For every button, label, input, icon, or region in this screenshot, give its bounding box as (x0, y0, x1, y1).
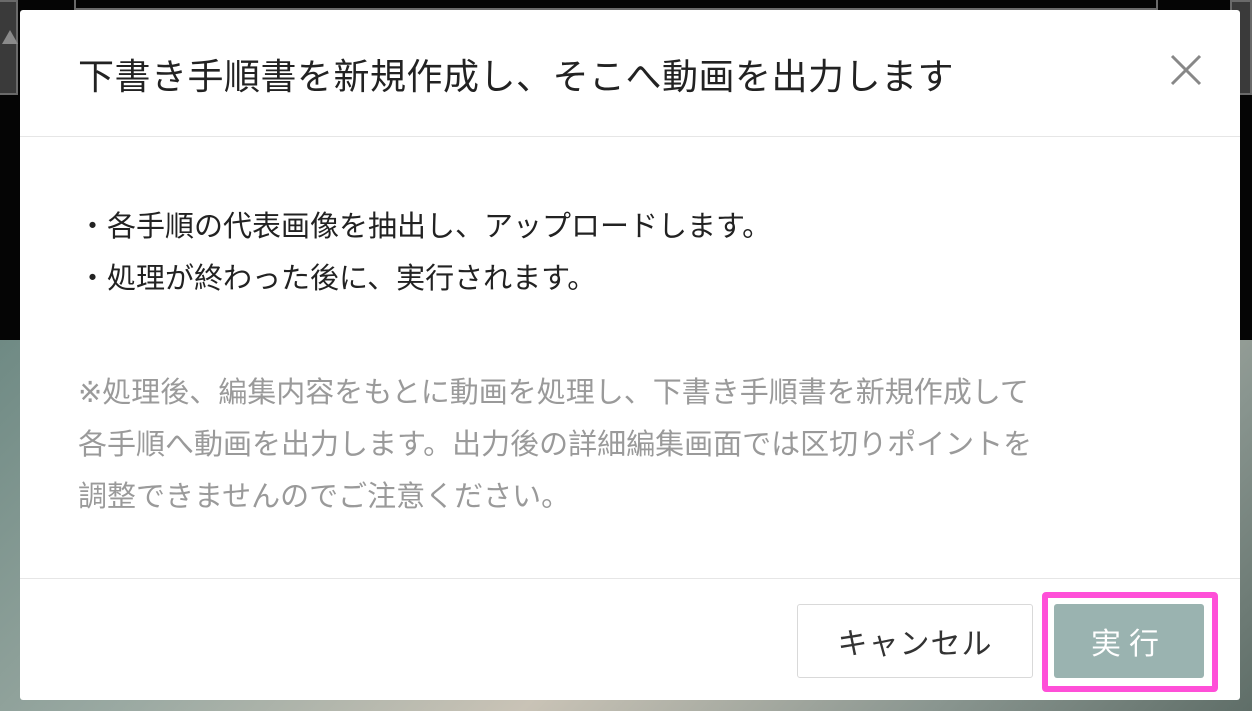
execute-button[interactable]: 実行 (1054, 604, 1204, 678)
dialog-header: 下書き手順書を新規作成し、そこへ動画を出力します (20, 10, 1240, 137)
dialog-bullet-list: ・各手順の代表画像を抽出し、アップロードします。 ・処理が終わった後に、実行され… (78, 200, 771, 304)
note-line: 各手順へ動画を出力します。出力後の詳細編集画面では区切りポイントを (78, 427, 1033, 461)
cancel-button[interactable]: キャンセル (797, 604, 1033, 678)
background-thumbnail-left (0, 0, 18, 95)
dialog-note: ※処理後、編集内容をもとに動画を処理し、下書き手順書を新規作成して 各手順へ動画… (78, 366, 1178, 522)
background-frame-outline (74, 0, 1158, 10)
note-line: ※処理後、編集内容をもとに動画を処理し、下書き手順書を新規作成して (78, 375, 1029, 409)
close-button[interactable] (1168, 52, 1204, 88)
close-icon (1170, 54, 1202, 86)
triangle-icon (2, 30, 18, 44)
export-dialog: 下書き手順書を新規作成し、そこへ動画を出力します ・各手順の代表画像を抽出し、ア… (20, 10, 1240, 700)
bullet-item: ・処理が終わった後に、実行されます。 (78, 261, 597, 295)
bullet-item: ・各手順の代表画像を抽出し、アップロードします。 (78, 209, 772, 243)
note-line: 調整できませんのでご注意ください。 (78, 479, 571, 513)
dialog-title: 下書き手順書を新規作成し、そこへ動画を出力します (78, 57, 955, 98)
dialog-footer: キャンセル 実行 (20, 578, 1240, 701)
